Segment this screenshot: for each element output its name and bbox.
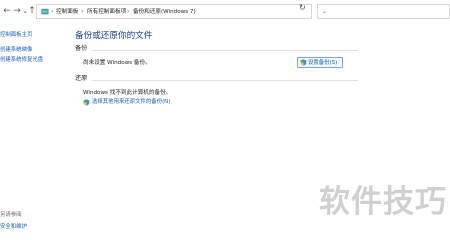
shield-icon [300, 59, 307, 66]
setup-backup-label: 设置备份(S) [308, 60, 338, 66]
restore-status: Windows 找不到此计算机的备份。 [83, 90, 172, 96]
navigation-bar: ← → ⌄ ↑ › 控制面板 › 所有控制面板项 › 备份和还原(Windows… [0, 0, 450, 24]
sidebar-item-system-image[interactable]: 创建系统映像 [0, 47, 32, 54]
breadcrumb-separator: › [51, 8, 54, 15]
back-icon[interactable]: ← [2, 6, 12, 16]
breadcrumb-backup-restore[interactable]: 备份和还原(Windows 7) [133, 7, 196, 17]
restore-heading: 还原 [75, 75, 88, 82]
control-panel-icon [41, 8, 49, 15]
backup-heading: 备份 [75, 45, 88, 52]
search-input[interactable] [317, 4, 450, 19]
breadcrumb-separator: › [127, 8, 130, 15]
shield-icon [83, 99, 90, 106]
restore-divider [92, 80, 358, 81]
backup-status: 尚未设置 Windows 备份。 [83, 60, 151, 66]
select-other-backup-label: 选择其他用来还原文件的备份(N) [92, 99, 171, 105]
breadcrumb-separator: › [81, 8, 84, 15]
breadcrumb-control-panel[interactable]: 控制面板 [56, 7, 78, 17]
sidebar-item-repair-disc[interactable]: 创建系统修复光盘 [0, 57, 43, 64]
address-bar[interactable]: › 控制面板 › 所有控制面板项 › 备份和还原(Windows 7) ⌄ [36, 4, 327, 19]
refresh-icon[interactable]: ↻ [299, 3, 306, 12]
setup-backup-button[interactable]: 设置备份(S) [297, 57, 343, 68]
watermark-text: 软件技巧 [319, 184, 447, 220]
page-title: 备份或还原你的文件 [75, 31, 153, 41]
backup-divider [92, 50, 358, 51]
sidebar-item-security-maintenance[interactable]: 安全和维护 [0, 224, 27, 231]
breadcrumb-all-items[interactable]: 所有控制面板项 [87, 7, 126, 17]
sidebar-item-home[interactable]: 控制面板主页 [0, 32, 32, 39]
sidebar-see-also: 另请参阅 [0, 212, 22, 218]
